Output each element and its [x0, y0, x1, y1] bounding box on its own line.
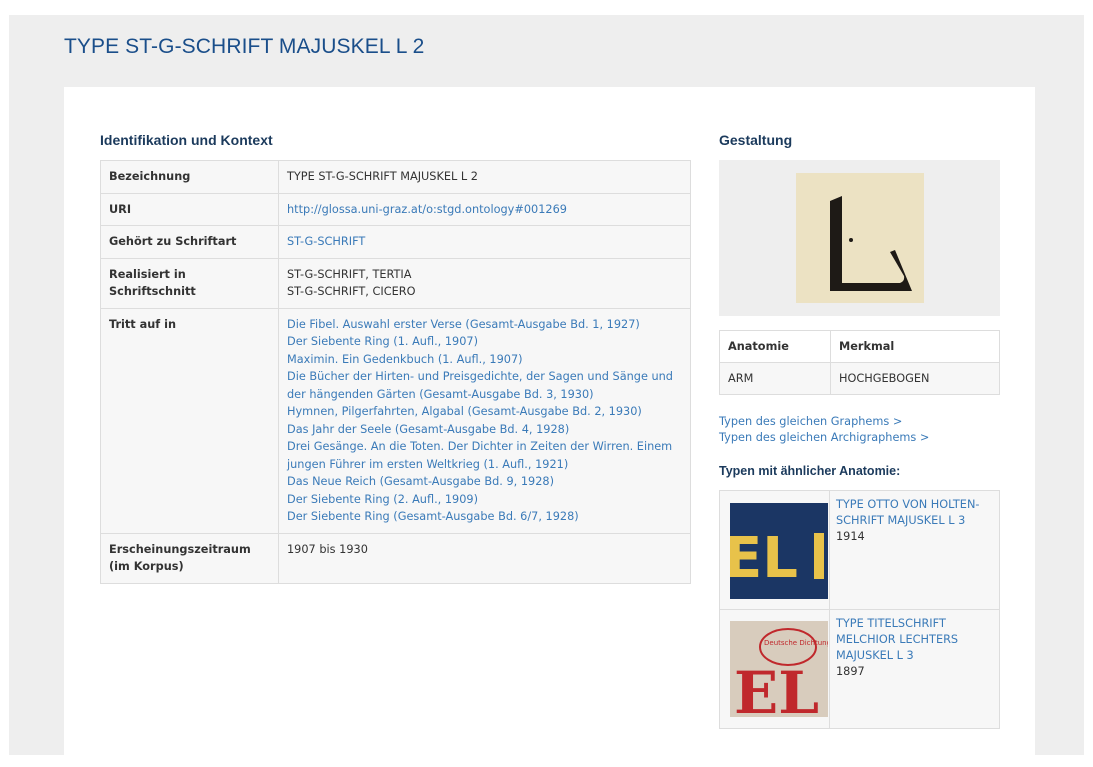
similar-thumb-cell: EL — [719, 490, 830, 610]
table-row: Tritt auf in Die Fibel. Auswahl erster V… — [100, 307, 691, 534]
table-row: Erscheinungszeitraum (im Korpus) 1907 bi… — [100, 532, 691, 584]
label-uri: URI — [100, 192, 279, 226]
similar-types-table: EL TYPE OTTO VON HOLTEN-SCHRIFT MAJUSKEL… — [719, 490, 1000, 729]
table-row: ARM HOCHGEBOGEN — [719, 362, 1000, 395]
similar-type-year: 1897 — [836, 665, 865, 678]
label-tritt-auf: Tritt auf in — [100, 307, 279, 534]
same-archigrapheme-link[interactable]: Typen des gleichen Archigraphems > — [719, 430, 929, 446]
similar-type-link[interactable]: TYPE OTTO VON HOLTEN-SCHRIFT MAJUSKEL L … — [836, 497, 993, 529]
anatomy-col-header: Anatomie — [719, 330, 831, 363]
holten-thumbnail[interactable]: EL — [730, 503, 828, 599]
table-row[interactable]: EL TYPE OTTO VON HOLTEN-SCHRIFT MAJUSKEL… — [719, 490, 1000, 610]
similar-type-info: TYPE OTTO VON HOLTEN-SCHRIFT MAJUSKEL L … — [829, 490, 1000, 610]
label-schriftart: Gehört zu Schriftart — [100, 225, 279, 259]
occurrence-link[interactable]: Drei Gesänge. An die Toten. Der Dichter … — [287, 438, 682, 473]
label-bezeichnung: Bezeichnung — [100, 160, 279, 194]
holten-glyph-image: EL — [730, 503, 828, 599]
value-bezeichnung: TYPE ST-G-SCHRIFT MAJUSKEL L 2 — [278, 160, 691, 194]
label-zeitraum: Erscheinungszeitraum (im Korpus) — [100, 532, 279, 584]
holten-glyph-letters: EL — [730, 526, 798, 591]
glyph-image-frame — [719, 160, 1000, 316]
similar-type-year: 1914 — [836, 530, 865, 543]
feature-col-header: Merkmal — [830, 330, 1000, 363]
similar-heading: Typen mit ähnlicher Anatomie: — [719, 464, 901, 478]
glyph-image — [796, 173, 924, 303]
identification-heading: Identifikation und Kontext — [100, 132, 273, 148]
same-grapheme-link[interactable]: Typen des gleichen Graphems > — [719, 414, 929, 430]
occurrence-link[interactable]: Die Fibel. Auswahl erster Verse (Gesamt-… — [287, 316, 682, 334]
occurrence-link[interactable]: Das Neue Reich (Gesamt-Ausgabe Bd. 9, 19… — [287, 473, 682, 491]
similar-type-link[interactable]: TYPE TITELSCHRIFT MELCHIOR LECHTERS MAJU… — [836, 616, 993, 664]
occurrence-link[interactable]: Maximin. Ein Gedenkbuch (1. Aufl., 1907) — [287, 351, 682, 369]
similar-type-info: TYPE TITELSCHRIFT MELCHIOR LECHTERS MAJU… — [829, 609, 1000, 729]
page-background: TYPE ST-G-SCHRIFT MAJUSKEL L 2 Identifik… — [9, 15, 1084, 767]
lechter-thumbnail[interactable]: Deutsche Dichtung EL — [730, 621, 828, 717]
table-header-row: Anatomie Merkmal — [719, 330, 1000, 363]
value-zeitraum: 1907 bis 1930 — [278, 532, 691, 584]
similar-thumb-cell: Deutsche Dichtung EL — [719, 609, 830, 729]
gestaltung-heading: Gestaltung — [719, 132, 793, 148]
page-title: TYPE ST-G-SCHRIFT MAJUSKEL L 2 — [64, 35, 425, 58]
occurrence-link[interactable]: Die Bücher der Hirten- und Preisgedichte… — [287, 368, 682, 403]
anatomy-table: Anatomie Merkmal ARM HOCHGEBOGEN — [719, 330, 1000, 395]
related-links: Typen des gleichen Graphems > Typen des … — [719, 414, 929, 446]
schriftschnitt-value: ST-G-SCHRIFT, TERTIA — [287, 267, 412, 281]
uri-link[interactable]: http://glossa.uni-graz.at/o:stgd.ontolog… — [287, 203, 567, 216]
table-row: Realisiert in Schriftschnitt ST-G-SCHRIF… — [100, 257, 691, 309]
occurrence-link[interactable]: Der Siebente Ring (2. Aufl., 1909) — [287, 491, 682, 509]
table-row: URI http://glossa.uni-graz.at/o:stgd.ont… — [100, 192, 691, 226]
table-row[interactable]: Deutsche Dichtung EL TYPE TITELSCHRIFT M… — [719, 609, 1000, 729]
table-row: Bezeichnung TYPE ST-G-SCHRIFT MAJUSKEL L… — [100, 160, 691, 194]
occurrence-link[interactable]: Hymnen, Pilgerfahrten, Algabal (Gesamt-A… — [287, 403, 682, 421]
feature-value: HOCHGEBOGEN — [830, 362, 1000, 395]
label-schriftschnitt: Realisiert in Schriftschnitt — [100, 257, 279, 309]
schriftschnitt-value: ST-G-SCHRIFT, CICERO — [287, 285, 416, 298]
identification-table: Bezeichnung TYPE ST-G-SCHRIFT MAJUSKEL L… — [100, 160, 691, 584]
lechter-thumb-text: Deutsche Dichtung — [764, 639, 828, 647]
table-row: Gehört zu Schriftart ST-G-SCHRIFT — [100, 225, 691, 259]
anatomy-value: ARM — [719, 362, 831, 395]
occurrence-link[interactable]: Der Siebente Ring (Gesamt-Ausgabe Bd. 6/… — [287, 508, 682, 526]
content-card: Identifikation und Kontext Bezeichnung T… — [64, 87, 1035, 767]
occurrence-link[interactable]: Das Jahr der Seele (Gesamt-Ausgabe Bd. 4… — [287, 421, 682, 439]
lechter-glyph-image: Deutsche Dichtung EL — [730, 621, 828, 717]
schriftart-link[interactable]: ST-G-SCHRIFT — [287, 235, 365, 248]
lechter-glyph-letters: EL — [734, 659, 819, 717]
glyph-l-shape — [830, 196, 912, 291]
occurrence-link[interactable]: Der Siebente Ring (1. Aufl., 1907) — [287, 333, 682, 351]
